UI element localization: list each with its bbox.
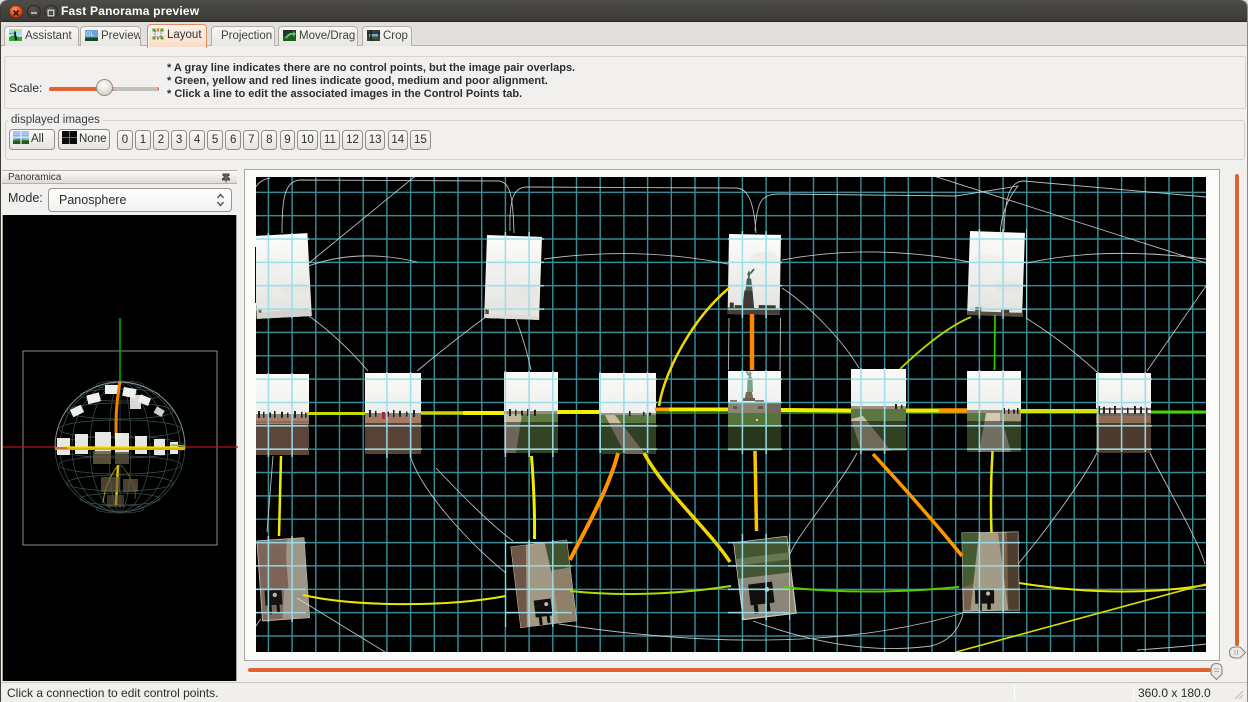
svg-text:GL: GL <box>86 32 95 38</box>
